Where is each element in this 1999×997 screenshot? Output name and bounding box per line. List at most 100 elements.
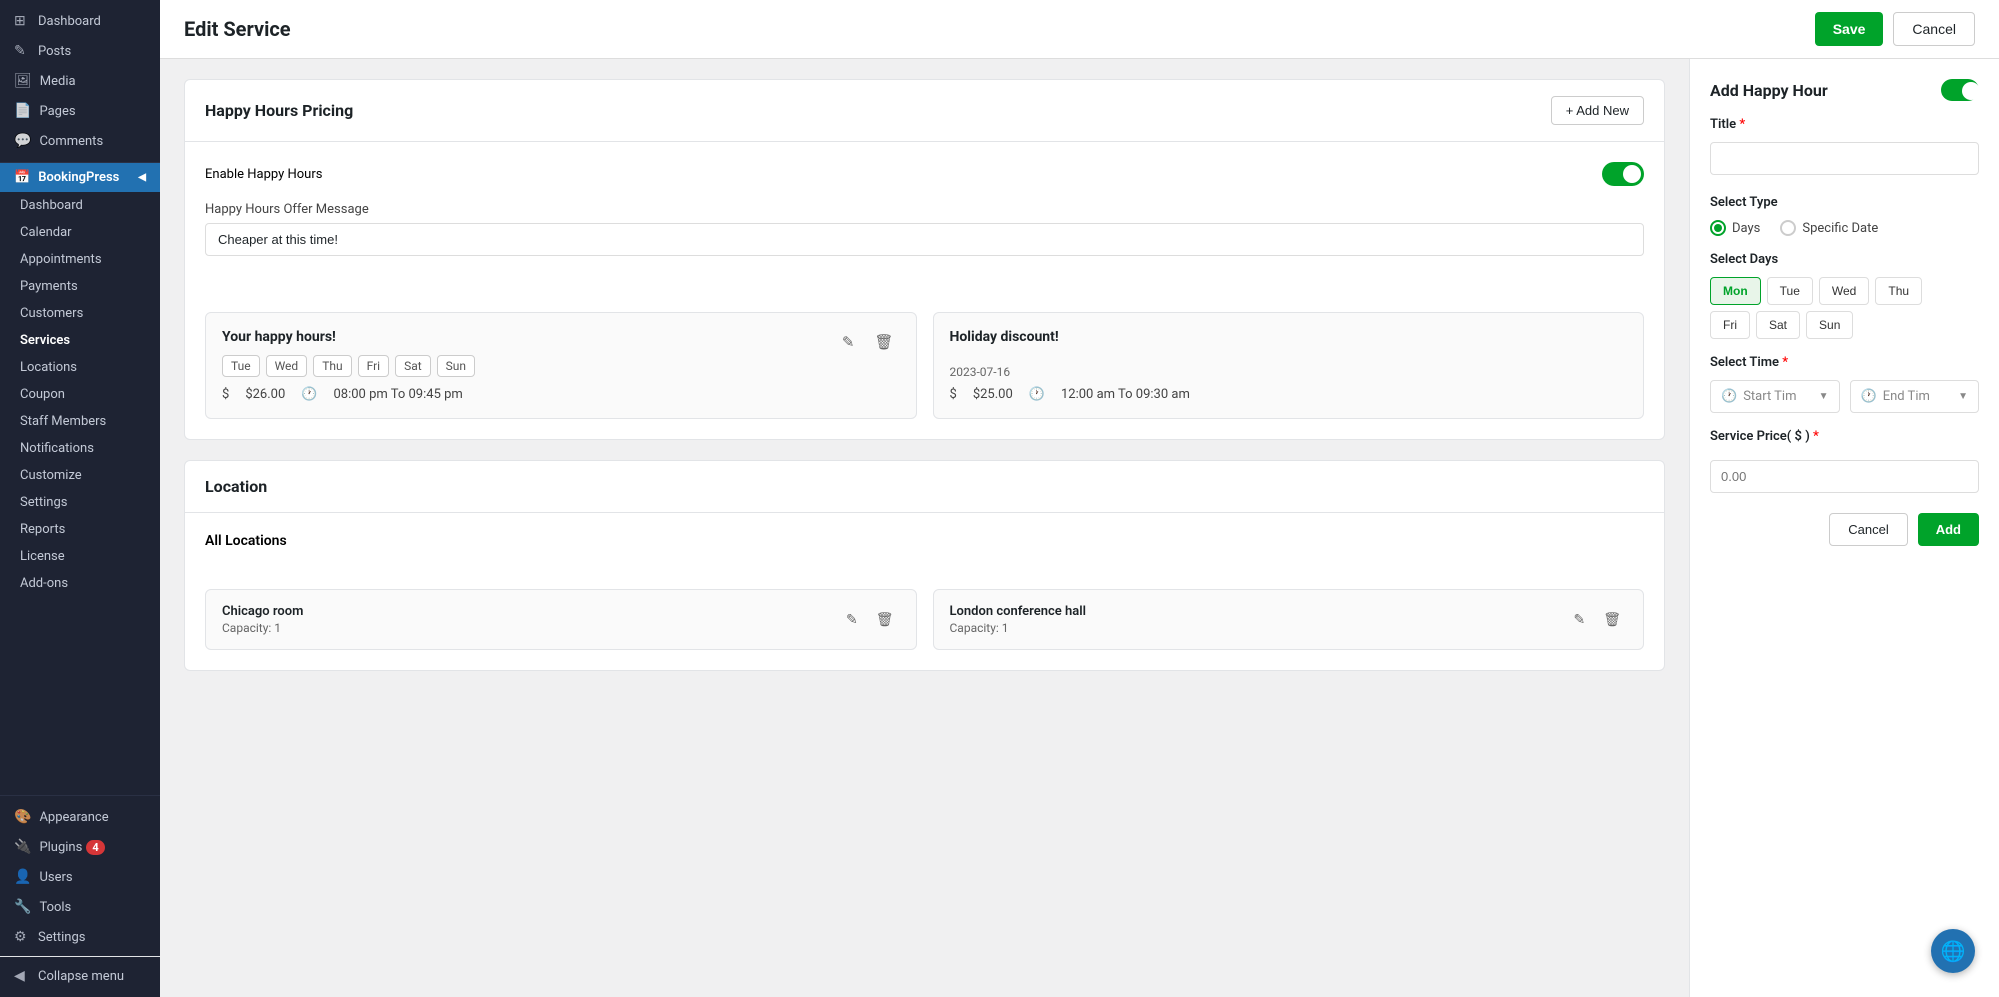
happy-hours-section: Happy Hours Pricing + Add New Enable Hap… — [184, 79, 1665, 440]
day-badge: Fri — [358, 355, 389, 377]
appearance-icon: 🎨 — [14, 809, 31, 825]
rp-days-option[interactable]: Days — [1710, 220, 1760, 236]
sidebar: ⊞Dashboard✎Posts🖼Media📄Pages💬Comments 📅 … — [0, 0, 160, 997]
rp-panel-title: Add Happy Hour — [1710, 81, 1828, 100]
add-new-happy-hour-button[interactable]: + Add New — [1551, 96, 1644, 125]
rp-start-time-label: Start Tim — [1743, 389, 1796, 404]
sidebar-item-media[interactable]: 🖼Media — [0, 66, 160, 96]
delete-happy-hour-button[interactable]: 🗑 — [868, 331, 899, 353]
bookingpress-menu-item[interactable]: 📅 BookingPress ◀ — [0, 163, 160, 192]
clock-icon-start: 🕐 — [1721, 389, 1737, 404]
rp-end-time-select[interactable]: 🕐 End Tim ▼ — [1850, 380, 1980, 413]
offer-message-input[interactable] — [205, 223, 1644, 256]
rp-specific-date-option[interactable]: Specific Date — [1780, 220, 1878, 236]
edit-location-button[interactable]: ✎ — [1567, 608, 1591, 631]
bp-item-license[interactable]: License — [0, 543, 160, 570]
rp-select-type-label: Select Type — [1710, 195, 1979, 210]
day-btn-sun[interactable]: Sun — [1806, 311, 1853, 339]
price-icon: $ — [222, 387, 229, 402]
rp-footer: Cancel Add — [1710, 513, 1979, 546]
bp-item-customize[interactable]: Customize — [0, 462, 160, 489]
bp-item-dashboard[interactable]: Dashboard — [0, 192, 160, 219]
sidebar-item-settings[interactable]: ⚙Settings — [0, 922, 160, 952]
bp-item-locations[interactable]: Locations — [0, 354, 160, 381]
bp-item-staff-members[interactable]: Staff Members — [0, 408, 160, 435]
float-help-button[interactable]: 🌐 — [1931, 929, 1975, 973]
bookingpress-arrow-icon: ◀ — [138, 172, 146, 183]
bp-item-reports[interactable]: Reports — [0, 516, 160, 543]
rp-title-required: * — [1739, 117, 1745, 132]
day-btn-fri[interactable]: Fri — [1710, 311, 1750, 339]
edit-location-button[interactable]: ✎ — [840, 608, 864, 631]
rp-price-label: Service Price( $ ) * — [1710, 429, 1979, 444]
offer-message-row: Happy Hours Offer Message — [205, 202, 1644, 256]
bp-item-notifications[interactable]: Notifications — [0, 435, 160, 462]
location-info: London conference hall Capacity: 1 — [950, 604, 1087, 635]
bp-item-customers[interactable]: Customers — [0, 300, 160, 327]
bp-item-calendar[interactable]: Calendar — [0, 219, 160, 246]
rp-title-label: Title * — [1710, 117, 1979, 132]
location-actions: ✎ 🗑 — [840, 608, 900, 631]
bp-item-appointments[interactable]: Appointments — [0, 246, 160, 273]
sidebar-item-comments[interactable]: 💬Comments — [0, 126, 160, 156]
enable-happy-hours-label: Enable Happy Hours — [205, 167, 322, 182]
sidebar-item-pages[interactable]: 📄Pages — [0, 96, 160, 126]
cancel-button[interactable]: Cancel — [1893, 12, 1975, 46]
location-grid: Chicago room Capacity: 1 ✎ 🗑 London conf… — [185, 569, 1664, 670]
delete-location-button[interactable]: 🗑 — [870, 608, 900, 631]
day-btn-sat[interactable]: Sat — [1756, 311, 1800, 339]
sidebar-item-posts[interactable]: ✎Posts — [0, 36, 160, 66]
rp-title-row: Add Happy Hour — [1710, 79, 1979, 101]
save-button[interactable]: Save — [1815, 12, 1884, 46]
bookingpress-label: BookingPress — [38, 170, 119, 185]
collapse-label: Collapse menu — [38, 969, 124, 984]
bp-item-add-ons[interactable]: Add-ons — [0, 570, 160, 597]
location-name: London conference hall — [950, 604, 1087, 619]
rp-days-radio[interactable] — [1710, 220, 1726, 236]
bp-item-payments[interactable]: Payments — [0, 273, 160, 300]
rp-end-time-label: End Tim — [1883, 389, 1930, 404]
bp-item-services[interactable]: Services — [0, 327, 160, 354]
location-title: Location — [205, 477, 267, 496]
rp-toggle[interactable] — [1941, 79, 1979, 101]
happy-hour-card: Your happy hours! ✎ 🗑 TueWedThuFriSatSun… — [205, 312, 917, 419]
location-capacity: Capacity: 1 — [950, 621, 1087, 635]
top-bar-actions: Save Cancel — [1815, 12, 1975, 46]
day-btn-mon[interactable]: Mon — [1710, 277, 1761, 305]
delete-location-button[interactable]: 🗑 — [1597, 608, 1627, 631]
rp-start-time-select[interactable]: 🕐 Start Tim ▼ — [1710, 380, 1840, 413]
plugins-badge: 4 — [86, 840, 104, 855]
happy-hour-card-title: Your happy hours! — [222, 329, 336, 345]
rp-title-input[interactable] — [1710, 142, 1979, 175]
top-bar: Edit Service Save Cancel — [160, 0, 1999, 59]
day-btn-tue[interactable]: Tue — [1767, 277, 1813, 305]
sidebar-item-collapse[interactable]: ◀ Collapse menu — [0, 961, 160, 991]
plugins-icon: 🔌 — [14, 839, 31, 855]
sidebar-item-users[interactable]: 👤Users — [0, 862, 160, 892]
rp-specific-date-label: Specific Date — [1802, 221, 1878, 236]
day-btn-wed[interactable]: Wed — [1819, 277, 1869, 305]
day-btn-thu[interactable]: Thu — [1875, 277, 1922, 305]
rp-specific-date-radio[interactable] — [1780, 220, 1796, 236]
sidebar-item-appearance[interactable]: 🎨Appearance — [0, 802, 160, 832]
sidebar-item-plugins[interactable]: 🔌Plugins4 — [0, 832, 160, 862]
location-header: Location — [185, 461, 1664, 513]
rp-add-button[interactable]: Add — [1918, 513, 1979, 546]
rp-price-input[interactable] — [1710, 460, 1979, 493]
bp-item-coupon[interactable]: Coupon — [0, 381, 160, 408]
right-panel: Add Happy Hour Title * Select Type Days … — [1689, 59, 1999, 997]
enable-happy-hours-toggle[interactable] — [1602, 162, 1644, 186]
edit-happy-hour-button[interactable]: ✎ — [836, 331, 861, 353]
start-time-chevron-icon: ▼ — [1819, 391, 1829, 402]
bp-item-settings[interactable]: Settings — [0, 489, 160, 516]
sidebar-item-dashboard[interactable]: ⊞Dashboard — [0, 6, 160, 36]
users-icon: 👤 — [14, 869, 31, 885]
location-card: Chicago room Capacity: 1 ✎ 🗑 — [205, 589, 917, 650]
rp-days-label: Days — [1732, 221, 1760, 236]
location-section: Location All Locations Chicago room Capa… — [184, 460, 1665, 671]
rp-cancel-button[interactable]: Cancel — [1829, 513, 1907, 546]
sidebar-item-tools[interactable]: 🔧Tools — [0, 892, 160, 922]
media-icon: 🖼 — [14, 73, 32, 89]
tools-icon: 🔧 — [14, 899, 31, 915]
happy-hours-body: Enable Happy Hours Happy Hours Offer Mes… — [185, 142, 1664, 292]
